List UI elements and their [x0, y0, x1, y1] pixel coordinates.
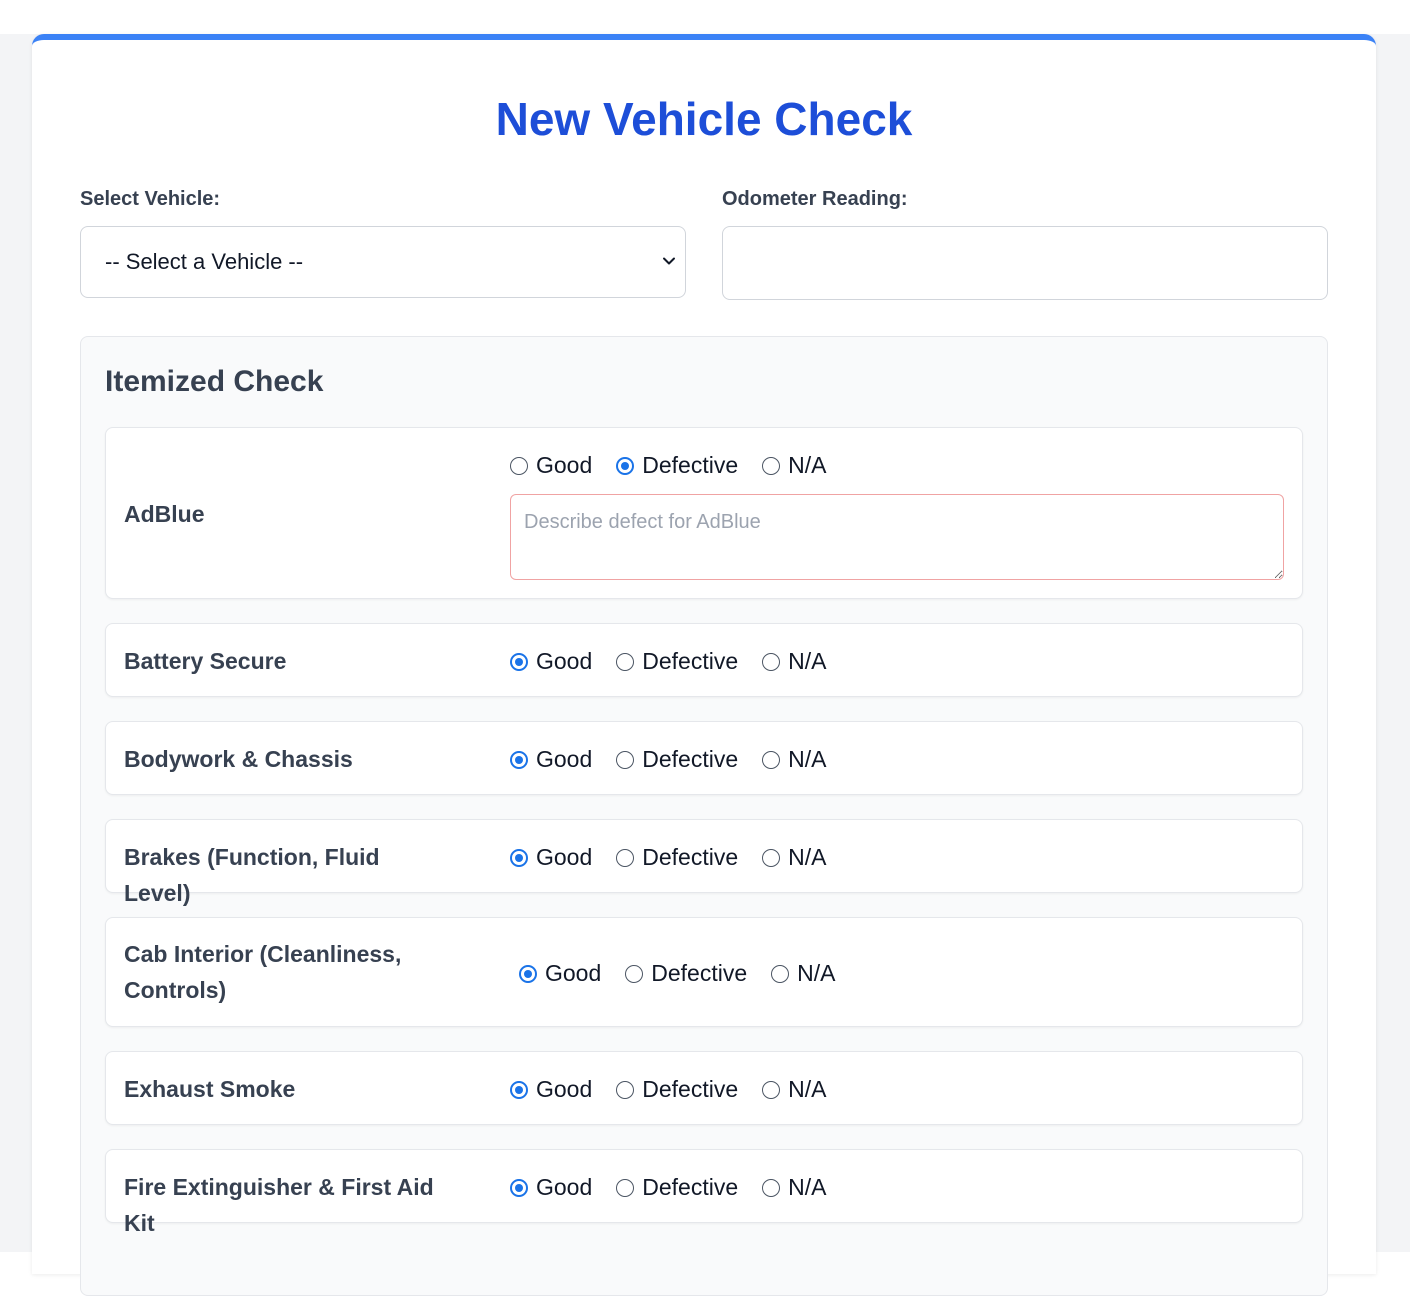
- status-radio-group: Good Defective N/A: [510, 452, 850, 479]
- check-item-label: Bodywork & Chassis: [124, 746, 353, 772]
- radio-label: Good: [536, 1076, 593, 1102]
- radio-label: Defective: [651, 960, 748, 986]
- itemized-check-section: Itemized Check AdBlueGoodDefectiveN/ABat…: [80, 336, 1328, 1296]
- radio-button[interactable]: [510, 456, 528, 475]
- radio-button[interactable]: [510, 1178, 528, 1197]
- check-item: Battery Secure Good Defective N/A: [105, 623, 1303, 697]
- radio-label: Defective: [642, 648, 739, 674]
- vehicle-select-value: -- Select a Vehicle --: [105, 249, 304, 274]
- check-item-label: Exhaust Smoke: [124, 1076, 296, 1102]
- radio-label: N/A: [788, 746, 827, 772]
- radio-option-good[interactable]: Good: [510, 648, 592, 675]
- radio-option-defective[interactable]: Defective: [616, 1076, 738, 1103]
- radio-label: Good: [536, 452, 593, 478]
- radio-label: Good: [536, 1174, 593, 1200]
- radio-option-good[interactable]: Good: [510, 844, 592, 871]
- radio-label: Defective: [642, 746, 739, 772]
- radio-label: N/A: [788, 1174, 827, 1200]
- check-item-label: Cab Interior (Cleanliness, Controls): [124, 941, 402, 1003]
- radio-button[interactable]: [616, 848, 635, 867]
- radio-label: Defective: [642, 844, 739, 870]
- status-radio-group: Good Defective N/A: [510, 1174, 850, 1201]
- radio-button[interactable]: [762, 848, 781, 867]
- status-radio-group: Good Defective N/A: [510, 746, 850, 773]
- radio-label: N/A: [788, 844, 827, 870]
- radio-button[interactable]: [762, 750, 781, 769]
- check-item: AdBlue Good Defective N/A: [105, 427, 1303, 599]
- radio-option-good[interactable]: Good: [510, 452, 592, 479]
- check-item-label: Brakes (Function, Fluid Level): [124, 844, 380, 906]
- check-item: Cab Interior (Cleanliness, Controls) Good…: [105, 917, 1303, 1027]
- vehicle-check-card: New Vehicle Check Select Vehicle: Odomet…: [32, 34, 1376, 1296]
- radio-option-good[interactable]: Good: [519, 960, 601, 987]
- radio-label: Defective: [642, 452, 739, 478]
- check-item: Brakes (Function, Fluid Level) Good Defect…: [105, 819, 1303, 906]
- radio-option-defective[interactable]: Defective: [616, 648, 738, 675]
- radio-button[interactable]: [510, 750, 528, 769]
- radio-option-na[interactable]: N/A: [762, 1076, 826, 1103]
- page-title: New Vehicle Check: [495, 93, 913, 145]
- vehicle-select[interactable]: -- Select a Vehicle --: [80, 226, 686, 298]
- radio-button[interactable]: [762, 652, 781, 671]
- chevron-down-icon: [663, 257, 675, 265]
- radio-button[interactable]: [616, 652, 635, 671]
- radio-label: Good: [536, 648, 593, 674]
- check-item-label: Battery Secure: [124, 648, 287, 674]
- radio-label: N/A: [788, 452, 827, 478]
- status-radio-group: Good Defective N/A: [519, 960, 859, 987]
- radio-button[interactable]: [616, 750, 635, 769]
- radio-button[interactable]: [762, 1178, 781, 1197]
- radio-option-good[interactable]: Good: [510, 1076, 592, 1103]
- radio-label: Good: [536, 746, 593, 772]
- radio-label: N/A: [797, 960, 836, 986]
- radio-button[interactable]: [762, 456, 781, 475]
- radio-option-defective[interactable]: Defective: [616, 1174, 738, 1201]
- radio-label: N/A: [788, 648, 827, 674]
- radio-option-na[interactable]: N/A: [762, 452, 826, 479]
- radio-button[interactable]: [762, 1080, 781, 1099]
- radio-option-defective[interactable]: Defective: [616, 452, 738, 479]
- odometer-label: Odometer Reading:: [722, 188, 908, 210]
- radio-option-na[interactable]: N/A: [771, 960, 835, 987]
- radio-button[interactable]: [510, 1080, 528, 1099]
- radio-label: Defective: [642, 1076, 739, 1102]
- odometer-input[interactable]: [722, 226, 1328, 300]
- radio-option-defective[interactable]: Defective: [625, 960, 747, 987]
- radio-option-defective[interactable]: Defective: [616, 844, 738, 871]
- radio-option-defective[interactable]: Defective: [616, 746, 738, 773]
- radio-option-na[interactable]: N/A: [762, 844, 826, 871]
- radio-option-na[interactable]: N/A: [762, 1174, 826, 1201]
- status-radio-group: Good Defective N/A: [510, 648, 850, 675]
- radio-option-na[interactable]: N/A: [762, 648, 826, 675]
- check-item-label: AdBlue: [124, 501, 205, 527]
- radio-label: Good: [545, 960, 602, 986]
- check-item: Exhaust Smoke Good Defective N/A: [105, 1051, 1303, 1125]
- radio-button[interactable]: [616, 456, 635, 475]
- check-item-label: Fire Extinguisher & First Aid Kit: [124, 1174, 434, 1236]
- radio-label: Defective: [642, 1174, 739, 1200]
- check-item: Fire Extinguisher & First Aid Kit Good Def…: [105, 1149, 1303, 1236]
- status-radio-group: Good Defective N/A: [510, 1076, 850, 1103]
- defect-description-input[interactable]: [510, 494, 1284, 580]
- status-radio-group: Good Defective N/A: [510, 844, 850, 871]
- radio-label: Good: [536, 844, 593, 870]
- section-title: Itemized Check: [105, 365, 324, 398]
- radio-button[interactable]: [771, 964, 790, 983]
- radio-label: N/A: [788, 1076, 827, 1102]
- check-item: Bodywork & Chassis Good Defective N/A: [105, 721, 1303, 795]
- select-vehicle-label: Select Vehicle:: [80, 188, 221, 210]
- radio-option-na[interactable]: N/A: [762, 746, 826, 773]
- radio-button[interactable]: [625, 964, 644, 983]
- radio-option-good[interactable]: Good: [510, 746, 592, 773]
- radio-option-good[interactable]: Good: [510, 1174, 592, 1201]
- radio-button[interactable]: [616, 1080, 635, 1099]
- radio-button[interactable]: [616, 1178, 635, 1197]
- radio-button[interactable]: [519, 964, 537, 983]
- radio-button[interactable]: [510, 652, 528, 671]
- radio-button[interactable]: [510, 848, 528, 867]
